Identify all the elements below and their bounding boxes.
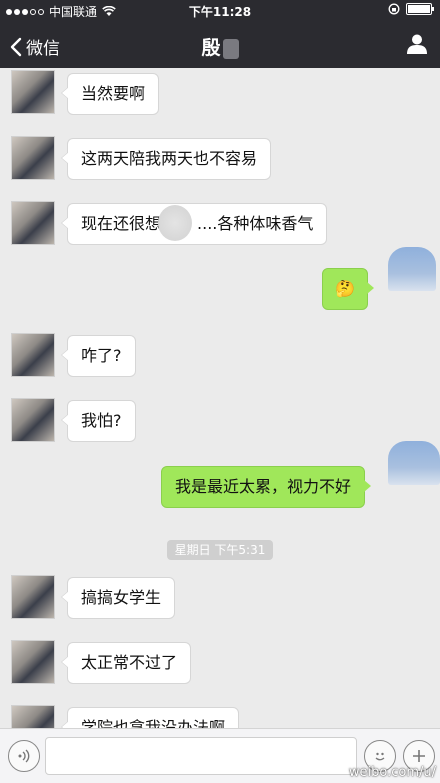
my-avatar[interactable] xyxy=(388,441,440,485)
voice-icon xyxy=(18,749,30,763)
chat-title-text: 殷 xyxy=(201,37,221,59)
contact-avatar[interactable] xyxy=(11,333,55,377)
message-bubble[interactable]: 当然要啊 xyxy=(60,73,160,115)
message-text-tail: ....各种体味香气 xyxy=(197,214,314,233)
contact-avatar[interactable] xyxy=(11,136,55,180)
smiley-icon xyxy=(375,752,385,761)
my-avatar[interactable] xyxy=(388,247,436,291)
message-bubble[interactable]: 这两天陪我两天也不容易 xyxy=(60,138,272,180)
chat-title: 殷 xyxy=(0,33,440,60)
status-time: 下午11:28 xyxy=(188,5,252,19)
message-text: 🤔 xyxy=(335,279,355,298)
redaction-mask xyxy=(158,205,192,241)
watermark: weibo.com/u/ xyxy=(348,765,436,780)
contact-avatar[interactable] xyxy=(11,640,55,684)
status-bar: 中国联通 下午11:28 xyxy=(0,0,440,22)
timestamp-badge: 星期日 下午5:31 xyxy=(167,540,273,560)
message-bubble[interactable]: 太正常不过了 xyxy=(60,642,192,684)
message-bubble[interactable]: 现在还很想 ....各种体味香气 xyxy=(60,203,328,245)
contact-avatar[interactable] xyxy=(11,70,55,114)
message-text: 搞搞女学生 xyxy=(81,588,162,607)
nav-bar: 微信 殷 xyxy=(0,22,440,68)
message-text: 我是最近太累，视力不好 xyxy=(175,477,352,496)
person-icon xyxy=(407,34,427,54)
message-bubble[interactable]: 我怕? xyxy=(61,400,136,442)
chat-info-button[interactable] xyxy=(406,33,428,59)
contact-avatar[interactable] xyxy=(11,398,55,442)
message-bubble[interactable]: 咋了? xyxy=(61,335,136,377)
rotation-lock-icon xyxy=(388,3,400,15)
voice-button[interactable] xyxy=(8,740,40,772)
message-text: 当然要啊 xyxy=(81,84,146,103)
message-text: 我怕? xyxy=(81,411,122,430)
message-text: 咋了? xyxy=(81,346,122,365)
message-bubble-outgoing[interactable]: 🤔 xyxy=(322,268,374,310)
message-text: 这两天陪我两天也不容易 xyxy=(81,149,258,168)
battery-icon xyxy=(406,3,434,15)
plus-icon xyxy=(413,750,425,762)
message-bubble[interactable]: 搞搞女学生 xyxy=(60,577,176,619)
status-right xyxy=(388,3,434,15)
contact-avatar[interactable] xyxy=(11,201,55,245)
redaction-mask xyxy=(222,38,239,59)
message-text: 太正常不过了 xyxy=(81,653,178,672)
contact-avatar[interactable] xyxy=(11,575,55,619)
message-text: 现在还很想 xyxy=(81,214,162,233)
message-input[interactable] xyxy=(45,737,357,775)
message-bubble-outgoing[interactable]: 我是最近太累，视力不好 xyxy=(161,466,372,508)
